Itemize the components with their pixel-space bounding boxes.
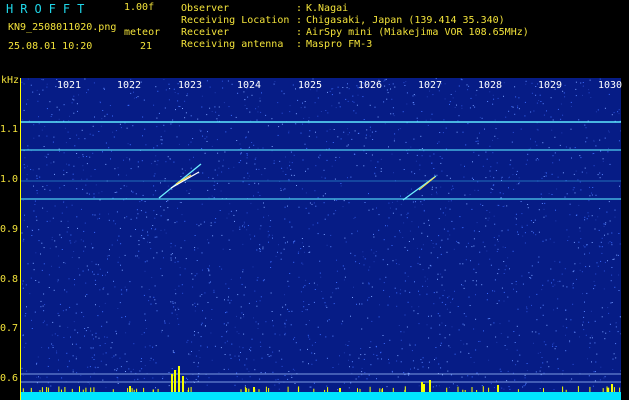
signal-baseline: [21, 392, 621, 400]
spectrogram-canvas: [21, 78, 621, 400]
time-tick-label: 1029: [538, 80, 563, 91]
info-colon: :: [296, 3, 303, 14]
meteor-echo-4: [418, 176, 436, 191]
meteor-label: meteor: [124, 27, 161, 38]
time-tick-label: 1028: [478, 80, 503, 91]
file-name: KN9_2508011020.png: [8, 22, 117, 33]
info-value-receiver: AirSpy mini (Miakejima VOR 108.65MHz): [306, 27, 529, 38]
capture-datetime: 25.08.01 10:20: [8, 41, 93, 52]
info-key-receiver: Receiver: [181, 27, 230, 38]
info-key-location: Receiving Location: [181, 15, 290, 26]
meteor-echo-2: [170, 171, 200, 189]
header-panel: HROFFT 1.00f KN9_2508011020.png meteor 2…: [0, 0, 629, 74]
spectrogram-area: 1021 1022 1023 1024 1025 1026 1027 1028 …: [20, 78, 623, 400]
info-value-observer: K.Nagai: [306, 3, 349, 14]
info-key-observer: Observer: [181, 3, 230, 14]
info-colon: :: [296, 39, 303, 50]
time-tick-label: 1027: [418, 80, 443, 91]
time-tick-label: 1022: [117, 80, 142, 91]
info-key-antenna: Receiving antenna: [181, 39, 284, 50]
freq-tick-label: 0.8: [0, 274, 19, 285]
info-colon: :: [296, 15, 303, 26]
freq-tick-label: 1.0: [0, 174, 19, 185]
time-tick-label: 1021: [57, 80, 82, 91]
freq-tick-label: 1.1: [0, 124, 19, 135]
app-version: 1.00f: [124, 2, 155, 13]
frequency-unit-label: kHz: [1, 75, 20, 86]
info-colon: :: [296, 27, 303, 38]
noise-speckle: [21, 78, 621, 391]
freq-tick-label: 0.6: [0, 373, 19, 384]
info-value-location: Chigasaki, Japan (139.414 35.340): [306, 15, 505, 26]
hrofft-window: HROFFT 1.00f KN9_2508011020.png meteor 2…: [0, 0, 629, 400]
app-brand: HROFFT: [6, 2, 92, 16]
meteor-echo-core: [175, 174, 192, 185]
info-value-antenna: Maspro FM-3: [306, 39, 373, 50]
freq-tick-label: 0.9: [0, 224, 19, 235]
time-tick-label: 1023: [178, 80, 203, 91]
time-tick-label: 1030: [598, 80, 623, 91]
time-tick-label: 1026: [358, 80, 383, 91]
time-tick-label: 1024: [237, 80, 262, 91]
baseline-spikes: [22, 366, 621, 392]
meteor-count: 21: [140, 41, 153, 52]
freq-tick-label: 0.7: [0, 323, 19, 334]
time-tick-label: 1025: [298, 80, 323, 91]
